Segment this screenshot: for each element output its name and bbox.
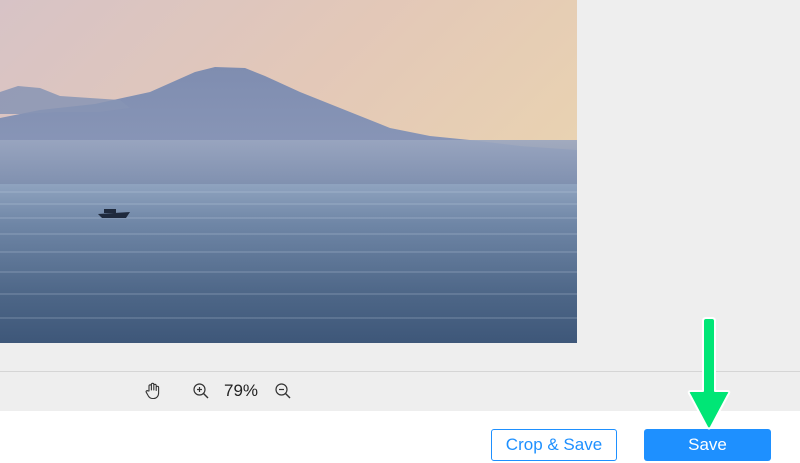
action-footer: Crop & Save Save xyxy=(0,411,800,463)
zoom-toolbar: 79% xyxy=(0,372,800,411)
hand-icon[interactable] xyxy=(140,378,166,404)
zoom-out-icon[interactable] xyxy=(270,378,296,404)
zoom-in-icon[interactable] xyxy=(188,378,214,404)
crop-and-save-button[interactable]: Crop & Save xyxy=(491,429,617,461)
save-button[interactable]: Save xyxy=(644,429,771,461)
canvas-area xyxy=(0,0,800,371)
zoom-level: 79% xyxy=(223,381,259,400)
zoom-controls: 79% xyxy=(140,378,296,404)
photo-preview xyxy=(0,0,577,343)
image-editor: 79% Crop & Save Save xyxy=(0,0,800,463)
